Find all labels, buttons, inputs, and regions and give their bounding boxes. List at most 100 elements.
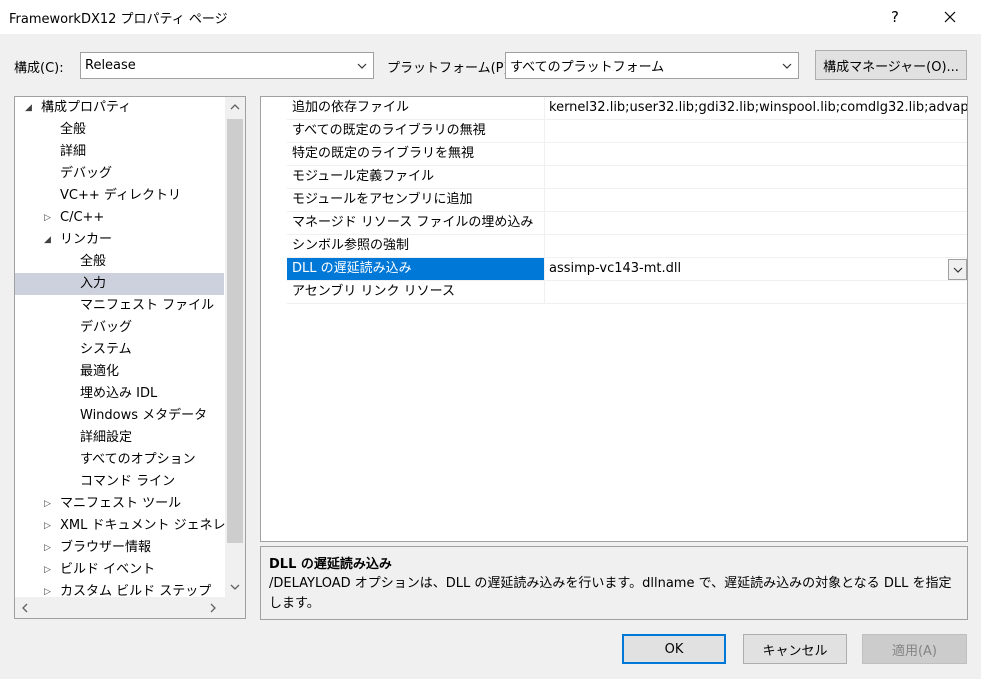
property-name[interactable]: シンボル参照の強制 (287, 235, 545, 257)
tree-horizontal-scrollbar[interactable] (15, 597, 225, 618)
tree-item-label: システム (80, 342, 132, 357)
config-value: Release (85, 58, 136, 73)
close-button[interactable] (927, 0, 973, 34)
tree-item[interactable]: VC++ ディレクトリ (15, 185, 224, 207)
tree-item-label: コマンド ライン (80, 474, 176, 489)
description-title: DLL の遅延読み込み (269, 557, 392, 572)
tree-item[interactable]: デバッグ (15, 317, 224, 339)
chevron-down-icon (953, 267, 962, 273)
property-value[interactable] (546, 143, 967, 165)
tree-item[interactable]: ▷ XML ドキュメント ジェネレーター (15, 515, 245, 537)
tree-item[interactable]: 全般 (15, 251, 224, 273)
tree-item-label: 構成プロパティ (41, 100, 132, 115)
tree-item-label: デバッグ (60, 166, 113, 181)
property-row[interactable]: DLL の遅延読み込み assimp-vc143-mt.dll (287, 258, 967, 281)
platform-label: プラットフォーム(P): (387, 61, 513, 76)
expanded-arrow-icon[interactable]: ◢ (44, 229, 51, 251)
tree-item[interactable]: ▷ マニフェスト ツール (15, 493, 224, 515)
tree-item[interactable]: 詳細 (15, 141, 224, 163)
property-tree: ◢ 構成プロパティ 全般 詳細 デバッグ VC++ ディレクトリ ▷ C/C++ ◢ リンカー 全般… (14, 96, 246, 619)
tree-item[interactable]: システム (15, 339, 224, 361)
tree-item[interactable]: ▷ ビルド イベント (15, 559, 224, 581)
config-manager-button[interactable]: 構成マネージャー(O)... (815, 50, 967, 80)
property-value[interactable] (546, 235, 967, 257)
tree-item[interactable]: ▷ ブラウザー情報 (15, 537, 224, 559)
tree-item[interactable]: コマンド ライン (15, 471, 224, 493)
property-row[interactable]: すべての既定のライブラリの無視 (287, 120, 967, 143)
tree-item-label: C/C++ (60, 210, 105, 225)
value-dropdown-button[interactable] (948, 259, 967, 280)
tree-item-label: 埋め込み IDL (80, 386, 158, 401)
collapsed-arrow-icon[interactable]: ▷ (44, 207, 51, 229)
tree-item-label: VC++ ディレクトリ (60, 188, 181, 203)
property-value[interactable]: assimp-vc143-mt.dll (546, 258, 967, 280)
property-value[interactable] (546, 166, 967, 188)
property-row[interactable]: マネージド リソース ファイルの埋め込み (287, 212, 967, 235)
property-row[interactable]: シンボル参照の強制 (287, 235, 967, 258)
tree-item-label: 全般 (60, 122, 87, 137)
tree-item[interactable]: 詳細設定 (15, 427, 224, 449)
tree-item-label: すべてのオプション (80, 452, 196, 467)
property-name[interactable]: すべての既定のライブラリの無視 (287, 120, 545, 142)
config-combo[interactable]: Release (80, 52, 374, 79)
property-value[interactable]: kernel32.lib;user32.lib;gdi32.lib;winspo… (546, 97, 967, 119)
property-name[interactable]: 追加の依存ファイル (287, 97, 545, 119)
collapsed-arrow-icon[interactable]: ▷ (44, 537, 51, 559)
property-name[interactable]: 特定の既定のライブラリを無視 (287, 143, 545, 165)
scroll-down-icon[interactable] (230, 583, 240, 591)
tree-scroll-thumb[interactable] (227, 119, 243, 543)
property-row[interactable]: 特定の既定のライブラリを無視 (287, 143, 967, 166)
property-name[interactable]: モジュールをアセンブリに追加 (287, 189, 545, 211)
property-name[interactable]: アセンブリ リンク リソース (287, 281, 545, 303)
tree-item[interactable]: Windows メタデータ (15, 405, 224, 427)
property-value[interactable] (546, 281, 967, 303)
tree-item[interactable]: デバッグ (15, 163, 224, 185)
property-name[interactable]: マネージド リソース ファイルの埋め込み (287, 212, 545, 234)
apply-button[interactable]: 適用(A) (862, 634, 967, 664)
tree-item[interactable]: 最適化 (15, 361, 224, 383)
tree-item[interactable]: 埋め込み IDL (15, 383, 224, 405)
scroll-right-icon[interactable] (209, 603, 217, 613)
collapsed-arrow-icon[interactable]: ▷ (44, 559, 51, 581)
property-row[interactable]: モジュールをアセンブリに追加 (287, 189, 967, 212)
scroll-up-icon[interactable] (230, 103, 240, 111)
chevron-down-icon (782, 63, 792, 69)
tree-item[interactable]: ▷ C/C++ (15, 207, 224, 229)
config-label: 構成(C): (14, 61, 64, 76)
tree-item[interactable]: 全般 (15, 119, 224, 141)
tree-item[interactable]: ◢ リンカー (15, 229, 224, 251)
tree-item-label: マニフェスト ツール (60, 496, 182, 511)
tree-item-label: 詳細設定 (80, 430, 133, 445)
platform-combo[interactable]: すべてのプラットフォーム (505, 52, 799, 79)
chevron-down-icon (357, 63, 367, 69)
tree-item-label: Windows メタデータ (80, 408, 208, 423)
description-text: /DELAYLOAD オプションは、DLL の遅延読み込みを行います。dllna… (269, 576, 952, 611)
property-grid: 追加の依存ファイル kernel32.lib;user32.lib;gdi32.l… (260, 96, 968, 542)
property-name[interactable]: モジュール定義ファイル (287, 166, 545, 188)
tree-item[interactable]: マニフェスト ファイル (15, 295, 224, 317)
tree-item-label: 最適化 (80, 364, 120, 379)
tree-item[interactable]: 入力 (15, 273, 224, 295)
tree-item-label: 詳細 (60, 144, 87, 159)
property-value[interactable] (546, 212, 967, 234)
description-panel: DLL の遅延読み込み /DELAYLOAD オプションは、DLL の遅延読み込… (260, 546, 968, 620)
scrollbar-corner (225, 597, 245, 618)
tree-item[interactable]: すべてのオプション (15, 449, 224, 471)
window-title: FrameworkDX12 プロパティ ページ (9, 12, 228, 27)
cancel-button[interactable]: キャンセル (743, 634, 847, 664)
tree-item[interactable]: ◢ 構成プロパティ (15, 97, 224, 119)
property-row[interactable]: モジュール定義ファイル (287, 166, 967, 189)
property-value[interactable] (546, 189, 967, 211)
property-value[interactable] (546, 120, 967, 142)
expanded-arrow-icon[interactable]: ◢ (25, 97, 32, 119)
help-button[interactable]: ? (872, 0, 918, 34)
property-name[interactable]: DLL の遅延読み込み (287, 258, 545, 280)
collapsed-arrow-icon[interactable]: ▷ (44, 515, 51, 537)
scroll-left-icon[interactable] (21, 603, 29, 613)
ok-button[interactable]: OK (622, 634, 726, 664)
close-icon (944, 11, 956, 23)
collapsed-arrow-icon[interactable]: ▷ (44, 493, 51, 515)
tree-item-label: リンカー (60, 232, 113, 247)
property-row[interactable]: アセンブリ リンク リソース (287, 281, 967, 304)
property-row[interactable]: 追加の依存ファイル kernel32.lib;user32.lib;gdi32.l… (287, 97, 967, 120)
